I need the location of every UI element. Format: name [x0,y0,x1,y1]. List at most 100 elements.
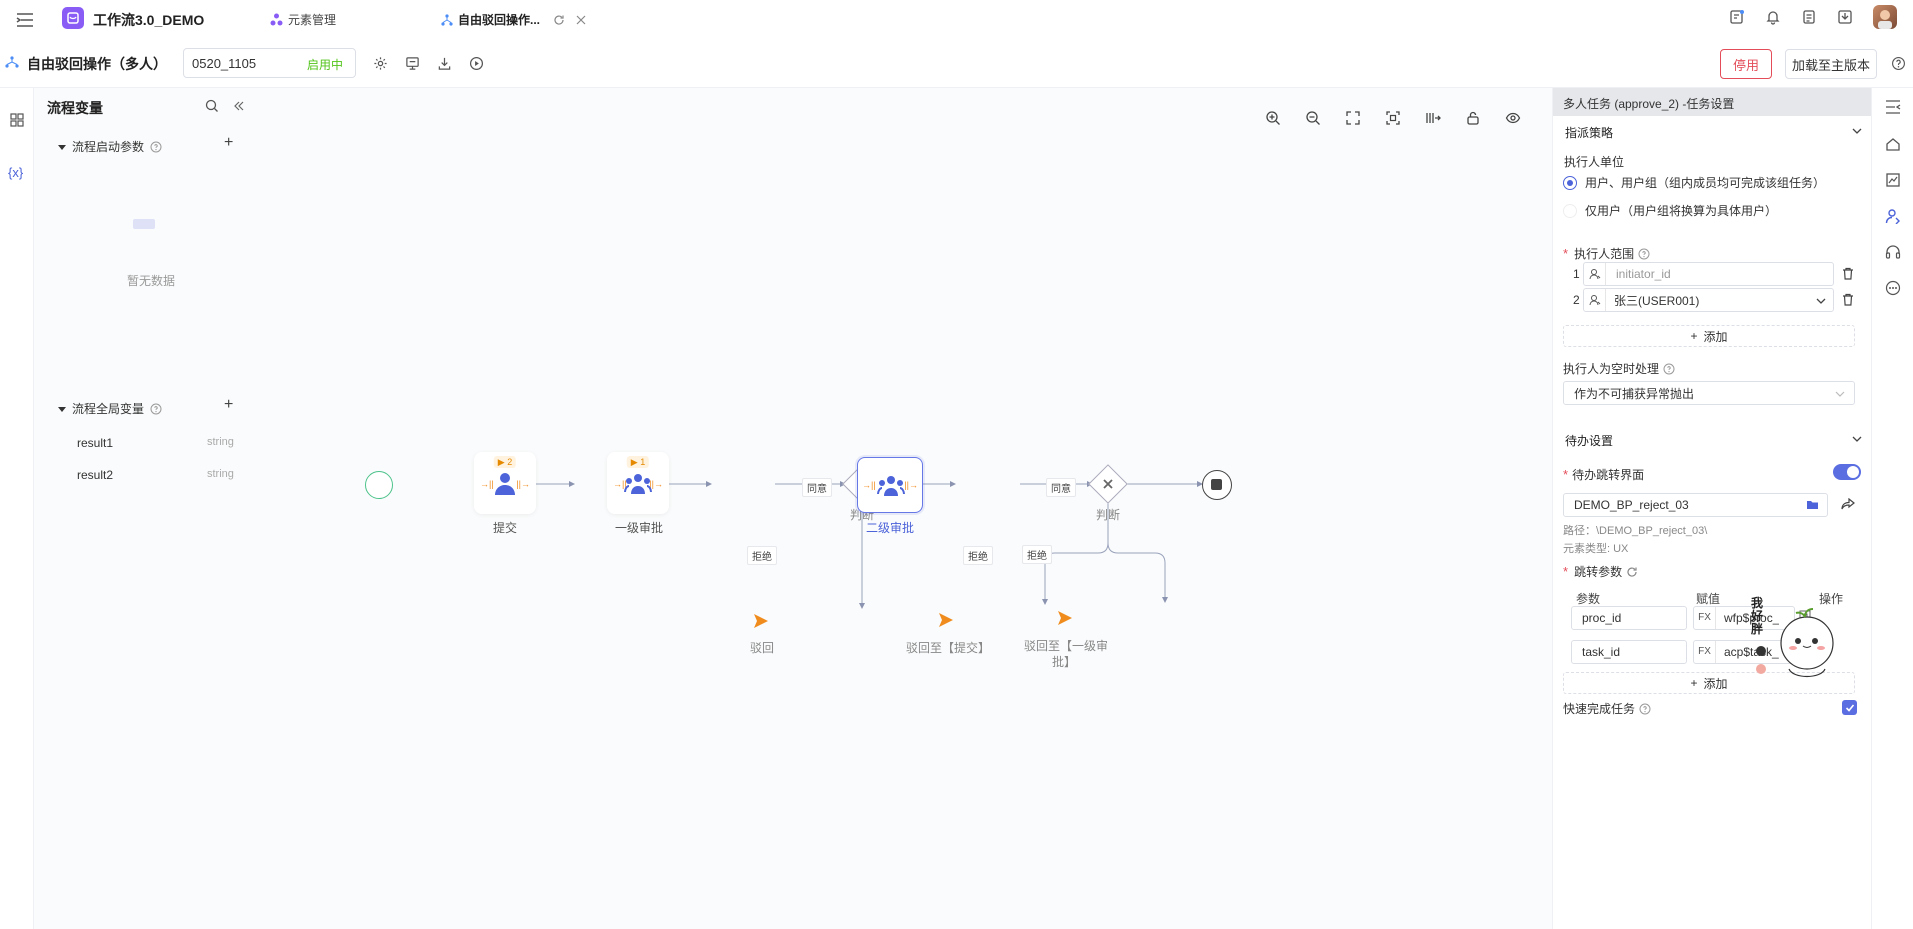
stop-icon [1211,479,1222,490]
section-label: 流程启动参数 [72,140,145,154]
document-icon[interactable] [1801,9,1817,25]
disable-button[interactable]: 停用 [1720,49,1772,79]
section-title: 待办设置 [1565,434,1614,448]
caret-down-icon [58,143,66,151]
add-executor-button[interactable]: + 添加 [1563,325,1855,347]
chart-icon[interactable] [1885,172,1901,188]
form-icon[interactable] [1729,9,1745,25]
load-main-version-button[interactable]: 加载至主版本 [1785,49,1877,79]
section-label: 流程全局变量 [72,402,145,416]
global-vars-section[interactable]: 流程全局变量 [58,400,162,417]
fx-label[interactable]: FX [1694,607,1716,629]
executor-input-1[interactable]: initiator_id [1583,262,1834,286]
jump-page-input[interactable]: DEMO_BP_reject_03 [1563,493,1828,517]
field-label: 待办跳转界面 [1572,468,1645,482]
todo-jump-toggle[interactable] [1833,464,1861,480]
gear-icon[interactable] [373,56,388,71]
flow-canvas[interactable]: ▶ 2 →|| ||→ 提交 ▶ 1 →|| ||→ 一级审批 判断 →|| |… [250,88,1552,929]
user-settings-icon[interactable] [1885,208,1901,224]
start-event[interactable] [365,471,393,499]
edge-label-agree: 同意 [802,478,832,497]
refresh-icon[interactable] [1626,566,1638,578]
todo-jump-label: * 待办跳转界面 [1563,467,1645,482]
quick-complete-checkbox[interactable] [1842,700,1857,715]
var-name: result1 [77,436,114,450]
close-icon[interactable] [576,15,586,25]
search-icon[interactable] [205,99,219,113]
end-event[interactable] [1202,470,1232,500]
chevron-down-icon [1834,388,1846,400]
headset-icon[interactable] [1885,244,1901,260]
sticker-text: 我好胖 [1751,596,1764,636]
instance-count-badge: ▶ 2 [493,456,517,468]
tab-element-management[interactable]: 元素管理 [270,11,336,28]
path-text: 路径：\DEMO_BP_reject_03\ [1563,525,1708,537]
node-label: 驳回 [749,641,774,655]
variable-icon[interactable]: {x} [8,165,23,180]
avatar[interactable] [1873,5,1897,29]
row-index: 1 [1573,267,1580,281]
assign-strategy-section[interactable]: 指派策略 [1563,122,1863,142]
process-toolbar: 自由驳回操作（多人） 0520_1105 启用中 停用 加载至主版本 [0,40,1913,88]
download-icon[interactable] [437,56,452,71]
send-icon[interactable] [937,611,955,629]
fx-label[interactable]: FX [1694,641,1716,663]
right-port-icon: ||→ [904,480,918,490]
send-icon[interactable] [752,612,770,630]
send-icon[interactable] [1056,609,1074,627]
inbox-icon[interactable] [1837,9,1853,25]
version-value: 0520_1105 [192,56,257,71]
param-name-input[interactable]: task_id [1571,640,1687,664]
column-header: 参数 [1576,592,1601,606]
play-icon[interactable] [469,56,484,71]
startup-params-section[interactable]: 流程启动参数 [58,138,162,155]
more-icon[interactable] [1885,280,1901,296]
task-settings-panel: 多人任务 (approve_2) -任务设置 指派策略 执行人单位 用户、用户组… [1552,88,1871,929]
list-item[interactable]: result1 string [34,432,250,456]
quick-complete-label: 快速完成任务 [1563,700,1651,717]
multi-user-icon [624,472,652,496]
process-name: 自由驳回操作（多人） [27,56,167,72]
add-startup-param-icon[interactable]: + [224,134,233,152]
executor-input-2[interactable]: 张三(USER001) [1583,288,1834,312]
param-name-input[interactable]: proc_id [1571,606,1687,630]
menu-fold-icon[interactable] [14,9,36,31]
input-value: proc_id [1582,611,1622,625]
field-label: 执行人范围 [1574,247,1635,261]
version-select[interactable]: 0520_1105 启用中 [183,48,356,78]
user-select-icon [1584,289,1606,311]
nodes-icon [270,13,283,26]
input-value: 张三(USER001) [1614,293,1700,308]
select-value: 作为不可捕获异常抛出 [1574,386,1695,401]
help-icon[interactable] [1891,56,1906,71]
radio-user-group[interactable]: 用户、用户组（组内成员均可完成该组任务） [1563,174,1825,191]
refresh-icon[interactable] [553,14,565,26]
column-header: 赋值 [1696,592,1721,606]
delete-icon[interactable] [1842,293,1854,306]
button-label: 添加 [1703,676,1728,691]
collapse-icon[interactable] [232,99,246,113]
layout-icon[interactable] [405,56,420,71]
radio-unchecked-icon [1563,203,1577,218]
delete-icon[interactable] [1842,267,1854,280]
submit-task-node[interactable]: ▶ 2 →|| ||→ [474,452,536,514]
list-collapse-icon[interactable] [1885,100,1901,114]
add-global-var-icon[interactable]: + [224,396,233,414]
status-badge: 启用中 [306,58,343,72]
level1-approval-node[interactable]: ▶ 1 →|| ||→ [607,452,669,514]
todo-settings-section[interactable]: 待办设置 [1563,430,1863,450]
bell-icon[interactable] [1765,9,1781,25]
radio-user-only[interactable]: 仅用户（用户组将换算为具体用户） [1563,202,1777,219]
level2-approval-node[interactable]: →|| ||→ [857,457,923,513]
folder-icon[interactable] [1806,499,1819,511]
empty-handling-select[interactable]: 作为不可捕获异常抛出 [1563,381,1855,405]
tab-label: 元素管理 [288,13,337,27]
share-icon[interactable] [1841,498,1855,511]
grid-icon[interactable] [9,112,25,128]
list-item[interactable]: result2 string [34,464,250,488]
jump-params-label: * 跳转参数 [1563,563,1638,580]
tab-current-flow[interactable]: 自由驳回操作... [441,11,586,28]
home-icon[interactable] [1885,136,1901,152]
plus-icon: + [1690,329,1698,343]
user-icon [493,471,517,497]
